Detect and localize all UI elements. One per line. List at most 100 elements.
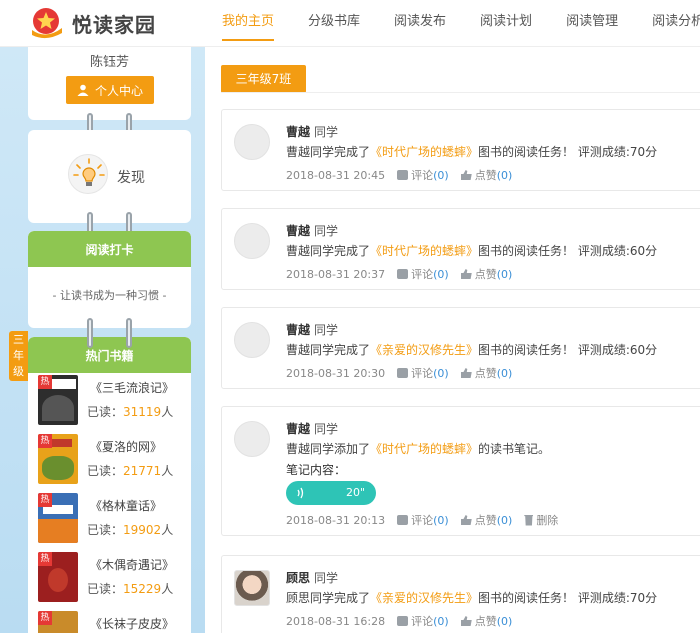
comment-button[interactable]: 评论 (0) [397,613,449,629]
user-icon [77,84,89,96]
book-link[interactable]: 《时代广场的蟋蟀》 [370,244,478,258]
feed-user[interactable]: 曹越 同学 [286,420,338,437]
feed-meta: 2018-08-31 20:37 评论 (0) 点赞 (0) [286,266,512,282]
book-read-count: 已读：31119人 [87,403,173,420]
grade-selector-tab[interactable]: 三年级 [9,331,28,381]
book-title: 《木偶奇遇记》 [90,558,175,572]
hot-book-item[interactable]: 热 《格林童话》 已读：19902人 [38,493,188,545]
reading-checkin-card[interactable]: 阅读打卡 - 让读书成为一种习惯 - [28,231,191,328]
comment-count: (0) [433,267,449,281]
hot-book-item[interactable]: 热 《长袜子皮皮》 [38,611,188,633]
book-title: 《三毛流浪记》 [90,381,175,395]
feed-text: 曹越同学完成了《亲爱的汉修先生》图书的阅读任务！ 评测成绩:60分 [286,341,657,358]
class-tab[interactable]: 三年级7班 [221,65,306,93]
nav-graded-library[interactable]: 分级书库 [300,0,368,47]
feed-text-post: 图书的阅读任务！ 评测成绩:70分 [478,591,658,605]
comment-button[interactable]: 评论 (0) [397,167,449,183]
comment-count: (0) [433,168,449,182]
avatar[interactable] [234,124,270,160]
like-button[interactable]: 点赞 (0) [460,365,513,381]
nav-reading-analysis[interactable]: 阅读分析 [644,0,700,47]
avatar[interactable] [234,421,270,457]
user-name: 曹越 [286,125,311,139]
book-link[interactable]: 《时代广场的蟋蟀》 [370,442,478,456]
feed-text: 顾思同学完成了《亲爱的汉修先生》图书的阅读任务！ 评测成绩:70分 [286,589,657,606]
book-link[interactable]: 《亲爱的汉修先生》 [370,591,478,605]
nav-reading-management[interactable]: 阅读管理 [558,0,626,47]
feed-item: 顾思 同学 顾思同学完成了《亲爱的汉修先生》图书的阅读任务！ 评测成绩:70分 2… [221,555,700,633]
discover-card[interactable]: 发现 [28,130,191,223]
like-label: 点赞 [474,514,497,527]
binder-ring [87,318,93,348]
comment-button[interactable]: 评论 (0) [397,512,449,528]
user-name: 陈钰芳 [89,55,129,70]
read-prefix: 已读： [87,464,124,478]
nav-my-home[interactable]: 我的主页 [214,0,282,47]
lightbulb-icon [68,154,108,194]
feed-text-pre: 曹越同学完成了 [286,145,371,159]
thumbs-up-icon [460,616,472,626]
book-cover: 热 [38,493,78,543]
logo[interactable]: 悦读家园 [28,6,156,40]
like-button[interactable]: 点赞 (0) [460,167,512,183]
checkin-title: 阅读打卡 [28,231,191,267]
comment-button[interactable]: 评论 (0) [397,266,449,282]
book-cover: 热 [38,611,78,633]
user-name: 顾思 [286,571,311,585]
checkin-slogan: - 让读书成为一种习惯 - [52,289,167,302]
delete-button[interactable]: 删除 [524,512,558,528]
avatar[interactable] [234,223,270,259]
hot-tag: 热 [38,611,52,625]
feed-user[interactable]: 曹越 同学 [286,222,338,239]
main-nav: 我的主页 分级书库 阅读发布 阅读计划 阅读管理 阅读分析 [214,0,700,47]
personal-center-button[interactable]: 个人中心 [66,76,154,104]
top-header: 悦读家园 我的主页 分级书库 阅读发布 阅读计划 阅读管理 阅读分析 [0,0,700,47]
hot-tag: 热 [38,375,52,389]
like-label: 点赞 [474,268,497,281]
feed-meta: 2018-08-31 20:30 评论 (0) 点赞 (0) [286,365,512,381]
comment-button[interactable]: 评论 (0) [397,365,449,381]
read-suffix: 人 [161,582,174,596]
read-count: 31119 [123,405,162,419]
note-content-label: 笔记内容： [286,463,347,477]
feed-text: 曹越同学添加了《时代广场的蟋蟀》的读书笔记。 [286,440,550,457]
hot-book-item[interactable]: 热 《木偶奇遇记》 已读：15229人 [38,552,188,604]
like-count: (0) [496,366,513,380]
feed-user[interactable]: 顾思 同学 [286,569,338,586]
feed-text: 曹越同学完成了《时代广场的蟋蟀》图书的阅读任务！ 评测成绩:70分 [286,143,657,160]
like-button[interactable]: 点赞 (0) [460,512,512,528]
thumbs-up-icon [460,368,472,378]
feed-text-pre: 顾思同学完成了 [286,591,371,605]
binder-ring [126,318,132,348]
feed-user[interactable]: 曹越 同学 [286,321,338,338]
nav-label: 阅读发布 [394,14,447,29]
book-link[interactable]: 《亲爱的汉修先生》 [370,343,478,357]
hot-book-item[interactable]: 热 《夏洛的网》 已读：21771人 [38,434,188,486]
main-content: 三年级7班 曹越 同学 曹越同学完成了《时代广场的蟋蟀》图书的阅读任务！ 评测成绩… [205,47,700,633]
feed-meta: 2018-08-31 20:45 评论 (0) 点赞 (0) [286,167,512,183]
read-count: 15229 [123,582,162,596]
avatar[interactable] [234,570,270,606]
like-button[interactable]: 点赞 (0) [460,613,512,629]
book-link[interactable]: 《时代广场的蟋蟀》 [370,145,478,159]
hot-tag: 热 [38,552,52,566]
nav-label: 阅读计划 [480,14,533,29]
comment-label: 评论 [411,514,434,527]
comment-label: 评论 [411,169,434,182]
read-count: 21771 [123,464,162,478]
tab-divider [221,92,700,93]
book-read-count: 已读：19902人 [87,521,173,538]
thumbs-up-icon [460,515,472,525]
read-count: 19902 [123,523,162,537]
nav-reading-plan[interactable]: 阅读计划 [472,0,540,47]
audio-note-player[interactable]: 20" [286,481,376,505]
like-label: 点赞 [474,169,497,182]
hot-book-item[interactable]: 热 《三毛流浪记》 已读：31119人 [38,375,188,427]
feed-text-post: 图书的阅读任务！ 评测成绩:60分 [478,343,658,357]
read-suffix: 人 [161,523,174,537]
avatar[interactable] [234,322,270,358]
like-button[interactable]: 点赞 (0) [460,266,512,282]
nav-reading-publish[interactable]: 阅读发布 [386,0,454,47]
comment-icon [397,368,409,378]
feed-user[interactable]: 曹越 同学 [286,123,338,140]
